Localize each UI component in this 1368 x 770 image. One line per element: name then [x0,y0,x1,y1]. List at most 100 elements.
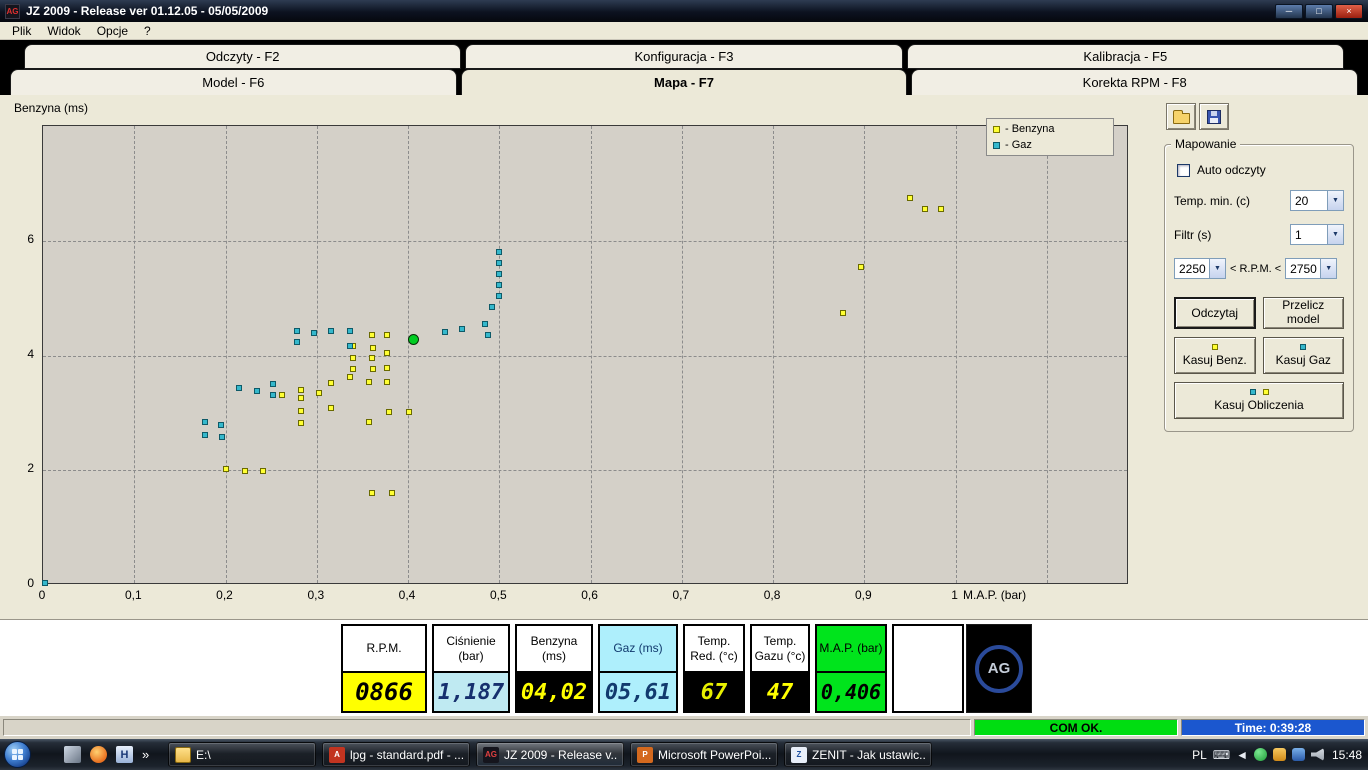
readout-value: 47 [752,671,808,711]
point-benzyna [384,332,391,339]
przelicz-model-button[interactable]: Przelicz model [1262,297,1344,329]
zenit-icon: Z [791,746,807,763]
temp-min-select[interactable]: 20 ▼ [1290,190,1344,211]
language-indicator[interactable]: PL [1192,748,1207,762]
readout-label [894,626,962,671]
filtr-select[interactable]: 1 ▼ [1290,224,1344,245]
taskbar-button-folder[interactable]: E:\ [168,742,316,767]
network-tray-icon[interactable] [1291,748,1305,761]
point-gaz [496,271,503,277]
kasuj-gaz-button[interactable]: Kasuj Gaz [1262,337,1344,374]
y-tick-label: 6 [27,231,34,246]
point-benzyna [368,490,375,497]
tab-kalibracja-f5[interactable]: Kalibracja - F5 [906,44,1344,69]
gridline-vertical [864,126,866,583]
folder-icon [175,746,191,763]
point-benzyna [328,380,335,386]
point-benzyna [315,389,322,396]
taskbar-button-label: JZ 2009 - Release v... [504,747,617,762]
chevron-down-icon[interactable]: ▼ [1327,225,1343,244]
auto-odczyty-checkbox[interactable] [1177,163,1190,177]
maximize-button[interactable]: □ [1305,3,1333,19]
taskbar-button-ag[interactable]: AG JZ 2009 - Release v... [476,742,624,767]
menu-help[interactable]: ? [136,24,159,38]
save-file-button[interactable] [1199,103,1229,130]
x-tick-label: 0 [38,588,46,602]
menu-plik[interactable]: Plik [4,24,39,38]
tab-odczyty-f2[interactable]: Odczyty - F2 [24,44,462,69]
quick-launch-app-icon[interactable] [116,746,133,763]
point-benzyna [385,408,392,415]
minimize-button[interactable]: ─ [1275,3,1303,19]
save-disk-icon [1207,109,1221,124]
point-benzyna [365,419,372,426]
volume-icon[interactable] [1310,748,1324,761]
filtr-value: 1 [1295,227,1302,242]
show-desktop-icon[interactable] [64,746,81,763]
point-gaz [458,325,465,332]
point-gaz [202,419,209,426]
point-benzyna [368,332,375,339]
rpm-low-value: 2250 [1179,261,1206,276]
point-benzyna [346,373,353,380]
scatter-plot[interactable] [41,125,1128,586]
taskbar-button-powerpoint[interactable]: P Microsoft PowerPoi... [630,742,778,767]
gaz-legend-icon [993,141,1000,149]
browser-icon[interactable] [90,746,107,763]
taskbar-button-label: lpg - standard.pdf - ... [350,747,463,762]
window-controls: ─ □ × [1275,3,1363,19]
chevron-down-icon[interactable]: ▼ [1327,191,1343,210]
taskbar-button-pdf[interactable]: Alpg - standard.pdf - ... [322,742,470,767]
menu-opcje[interactable]: Opcje [89,24,136,38]
menu-widok[interactable]: Widok [39,24,88,38]
point-gaz [346,342,353,349]
status-bar: COM OK. Time: 0:39:28 [0,716,1368,739]
point-gaz [270,380,276,387]
point-benzyna [298,395,305,401]
readout-label: Temp. Red. (°c) [690,633,738,663]
odczytaj-button[interactable]: Odczytaj [1174,297,1256,329]
map-actions: Odczytaj Przelicz model Kasuj Benz. Kasu… [1174,297,1344,419]
point-benzyna [857,263,864,270]
benzyna-legend-label: - Benzyna [1005,123,1055,135]
ag-icon: AG [483,746,499,763]
readout-rpm: R.P.M. 0866 [341,624,427,713]
rpm-range-row: 2250 ▼ < R.P.M. < 2750 ▼ [1174,258,1344,279]
chevron-down-icon[interactable]: ▼ [1209,259,1225,278]
rpm-high-select[interactable]: 2750 ▼ [1285,258,1338,279]
point-gaz [496,249,503,256]
point-benzyna [365,378,372,385]
point-gaz [441,329,448,335]
readout-label: M.A.P. (bar) [819,641,883,655]
point-gaz [253,388,260,395]
benzyna-square-icon [1211,344,1218,350]
taskbar-button-zenit[interactable]: Z ZENIT - Jak ustawic.... [784,742,932,767]
system-tray: PL ⌨ ◄ 15:48 [1192,739,1362,770]
filtr-label: Filtr (s) [1174,227,1212,242]
rpm-low-select[interactable]: 2250 ▼ [1174,258,1226,279]
gridline-vertical [773,126,775,583]
point-benzyna [298,419,305,426]
antivirus-tray-icon[interactable] [1253,748,1267,761]
tab-model-f6[interactable]: Model - F6 [10,69,457,95]
keyboard-icon[interactable]: ⌨ [1213,748,1230,762]
open-file-button[interactable] [1166,103,1196,130]
close-button[interactable]: × [1335,3,1363,19]
point-benzyna [907,194,913,201]
app-icon: AG [5,3,20,19]
clock[interactable]: 15:48 [1332,748,1362,762]
tab-mapa-f7[interactable]: Mapa - F7 [460,69,908,95]
kasuj-benz-button[interactable]: Kasuj Benz. [1174,337,1256,374]
point-benzyna [328,404,335,411]
tab-konfiguracja-f3[interactable]: Konfiguracja - F3 [465,44,903,69]
update-tray-icon[interactable] [1272,748,1286,761]
start-button[interactable] [4,741,31,768]
kasuj-obliczenia-button[interactable]: Kasuj Obliczenia [1174,382,1344,419]
app-window: AG JZ 2009 - Release ver 01.12.05 - 05/0… [0,0,1368,739]
tab-korekta-rpm-f8[interactable]: Korekta RPM - F8 [911,69,1359,95]
chevron-down-icon[interactable]: ▼ [1320,259,1337,278]
tray-expand-icon[interactable]: ◄ [1236,748,1248,762]
quick-launch-overflow-icon[interactable] [142,747,149,762]
current-position-marker [408,333,419,345]
session-time: Time: 0:39:28 [1181,719,1365,736]
